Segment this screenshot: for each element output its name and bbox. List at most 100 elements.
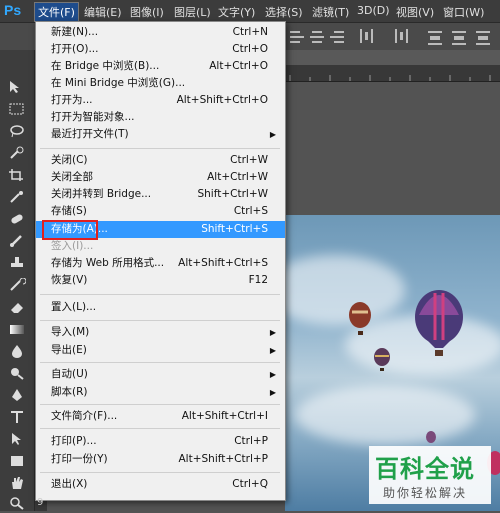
- gradient-tool-icon[interactable]: [8, 322, 26, 336]
- menu-item-close[interactable]: 关闭(C) Ctrl+W: [36, 152, 285, 169]
- menu-item-print[interactable]: 打印(P)... Ctrl+P: [36, 433, 285, 450]
- submenu-arrow-icon: ▶: [269, 370, 276, 379]
- menu-item-import[interactable]: 导入(M) ▶: [36, 324, 285, 341]
- menu-item-scripts[interactable]: 脚本(R) ▶: [36, 384, 285, 401]
- menu-item-shortcut: Ctrl+P: [234, 435, 268, 447]
- dodge-tool-icon[interactable]: [8, 366, 26, 380]
- menu-item-shortcut: Ctrl+N: [232, 26, 268, 38]
- annotation-highlight-box: [42, 220, 98, 240]
- menu-item-open-as[interactable]: 打开为... Alt+Shift+Ctrl+O: [36, 92, 285, 109]
- menu-item-shortcut: Shift+Ctrl+W: [197, 188, 268, 200]
- menu-file[interactable]: 文件(F): [34, 2, 79, 22]
- balloon-large: [415, 290, 463, 356]
- path-selection-tool-icon[interactable]: [8, 432, 26, 446]
- clone-stamp-tool-icon[interactable]: [8, 256, 26, 270]
- menu-item-shortcut: Alt+Shift+Ctrl+I: [181, 410, 268, 422]
- submenu-arrow-icon: ▶: [269, 388, 276, 397]
- menu-item-label: 最近打开文件(T): [51, 128, 129, 140]
- menu-item-shortcut: Alt+Shift+Ctrl+S: [178, 257, 268, 269]
- menu-item-label: 在 Mini Bridge 中浏览(G)...: [51, 77, 186, 89]
- menu-separator: [40, 294, 280, 295]
- blur-tool-icon[interactable]: [8, 344, 26, 358]
- menu-separator: [40, 362, 280, 363]
- brush-tool-icon[interactable]: [8, 234, 26, 248]
- menu-separator: [40, 404, 280, 405]
- menu-3d[interactable]: 3D(D): [357, 4, 390, 17]
- menu-item-close-go-bridge[interactable]: 关闭并转到 Bridge... Shift+Ctrl+W: [36, 186, 285, 203]
- menu-item-file-info[interactable]: 文件简介(F)... Alt+Shift+Ctrl+I: [36, 408, 285, 425]
- file-menu-dropdown: 新建(N)... Ctrl+N 打开(O)... Ctrl+O 在 Bridge 中…: [35, 21, 286, 501]
- menu-item-label: 关闭(C): [51, 154, 88, 166]
- eraser-tool-icon[interactable]: [8, 300, 26, 314]
- menu-item-save[interactable]: 存储(S) Ctrl+S: [36, 203, 285, 220]
- marquee-tool-icon[interactable]: [8, 102, 26, 116]
- watermark-subtitle: 助你轻松解决: [383, 486, 468, 500]
- menu-item-label: 新建(N)...: [51, 26, 99, 38]
- menu-item-exit[interactable]: 退出(X) Ctrl+Q: [36, 476, 285, 493]
- menu-item-shortcut: Ctrl+Q: [232, 478, 268, 490]
- menu-item-shortcut: Alt+Shift+Ctrl+O: [176, 94, 268, 106]
- menu-separator: [40, 428, 280, 429]
- menu-item-close-all[interactable]: 关闭全部 Alt+Ctrl+W: [36, 169, 285, 186]
- menu-item-place[interactable]: 置入(L)...: [36, 299, 285, 316]
- menu-item-shortcut: Ctrl+O: [232, 43, 268, 55]
- menu-item-label: 关闭并转到 Bridge...: [51, 188, 152, 200]
- menu-bar: Ps 文件(F) 编辑(E) 图像(I) 图层(L) 文字(Y) 选择(S) 滤…: [0, 0, 500, 23]
- menu-item-open[interactable]: 打开(O)... Ctrl+O: [36, 41, 285, 58]
- balloon-tiny: [426, 431, 436, 443]
- menu-item-label: 打开(O)...: [51, 43, 99, 55]
- crop-tool-icon[interactable]: [8, 168, 26, 182]
- menu-item-label: 打印一份(Y): [51, 453, 108, 465]
- submenu-arrow-icon: ▶: [269, 346, 276, 355]
- menu-item-export[interactable]: 导出(E) ▶: [36, 342, 285, 359]
- lasso-tool-icon[interactable]: [8, 124, 26, 138]
- menu-item-open-as-smart-object[interactable]: 打开为智能对象...: [36, 109, 285, 126]
- status-number: 9: [37, 497, 44, 508]
- menu-item-shortcut: Alt+Ctrl+W: [207, 171, 268, 183]
- photoshop-logo: Ps: [4, 2, 22, 18]
- menu-item-label: 存储为 Web 所用格式...: [51, 257, 165, 269]
- menu-item-browse-mini-bridge[interactable]: 在 Mini Bridge 中浏览(G)...: [36, 75, 285, 92]
- hand-tool-icon[interactable]: [8, 476, 26, 490]
- type-tool-icon[interactable]: [8, 410, 26, 424]
- menu-window[interactable]: 窗口(W): [443, 4, 484, 20]
- menu-image[interactable]: 图像(I): [130, 4, 164, 20]
- move-tool-icon[interactable]: [8, 80, 26, 94]
- menu-item-label: 导出(E): [51, 344, 87, 356]
- history-brush-tool-icon[interactable]: [8, 277, 27, 292]
- document-tab[interactable]: [285, 50, 500, 65]
- menu-item-automate[interactable]: 自动(U) ▶: [36, 366, 285, 383]
- watermark-title: 百科全说: [375, 455, 475, 483]
- healing-brush-tool-icon[interactable]: [8, 212, 26, 226]
- menu-item-new[interactable]: 新建(N)... Ctrl+N: [36, 24, 285, 41]
- menu-item-label: 退出(X): [51, 478, 88, 490]
- menu-edit[interactable]: 编辑(E): [84, 4, 122, 20]
- quick-selection-tool-icon[interactable]: [8, 146, 26, 160]
- menu-item-save-for-web[interactable]: 存储为 Web 所用格式... Alt+Shift+Ctrl+S: [36, 255, 285, 272]
- rectangle-tool-icon[interactable]: [8, 454, 26, 468]
- menu-separator: [40, 472, 280, 473]
- menu-item-label: 在 Bridge 中浏览(B)...: [51, 60, 160, 72]
- eyedropper-tool-icon[interactable]: [8, 190, 26, 204]
- menu-item-label: 恢复(V): [51, 274, 88, 286]
- menu-item-revert[interactable]: 恢复(V) F12: [36, 272, 285, 289]
- pen-tool-icon[interactable]: [8, 388, 26, 402]
- menu-item-browse-bridge[interactable]: 在 Bridge 中浏览(B)... Alt+Ctrl+O: [36, 58, 285, 75]
- balloon-medium: [349, 302, 371, 335]
- menu-filter[interactable]: 滤镜(T): [312, 4, 349, 20]
- ruler-ticks: [289, 75, 491, 81]
- menu-layer[interactable]: 图层(L): [174, 4, 211, 20]
- menu-type[interactable]: 文字(Y): [218, 4, 255, 20]
- menu-item-label: 置入(L)...: [51, 301, 97, 313]
- submenu-arrow-icon: ▶: [269, 130, 276, 139]
- menu-view[interactable]: 视图(V): [396, 4, 434, 20]
- menu-item-label: 文件简介(F)...: [51, 410, 118, 422]
- menu-item-label: 关闭全部: [51, 171, 93, 183]
- menu-item-open-recent[interactable]: 最近打开文件(T) ▶: [36, 126, 285, 143]
- menu-item-print-one-copy[interactable]: 打印一份(Y) Alt+Shift+Ctrl+P: [36, 451, 285, 468]
- menu-item-check-in: 签入(I)...: [36, 238, 285, 255]
- menu-item-label: 存储(S): [51, 205, 87, 217]
- menu-item-label: 导入(M): [51, 326, 90, 338]
- menu-select[interactable]: 选择(S): [265, 4, 303, 20]
- zoom-tool-icon[interactable]: [8, 496, 26, 510]
